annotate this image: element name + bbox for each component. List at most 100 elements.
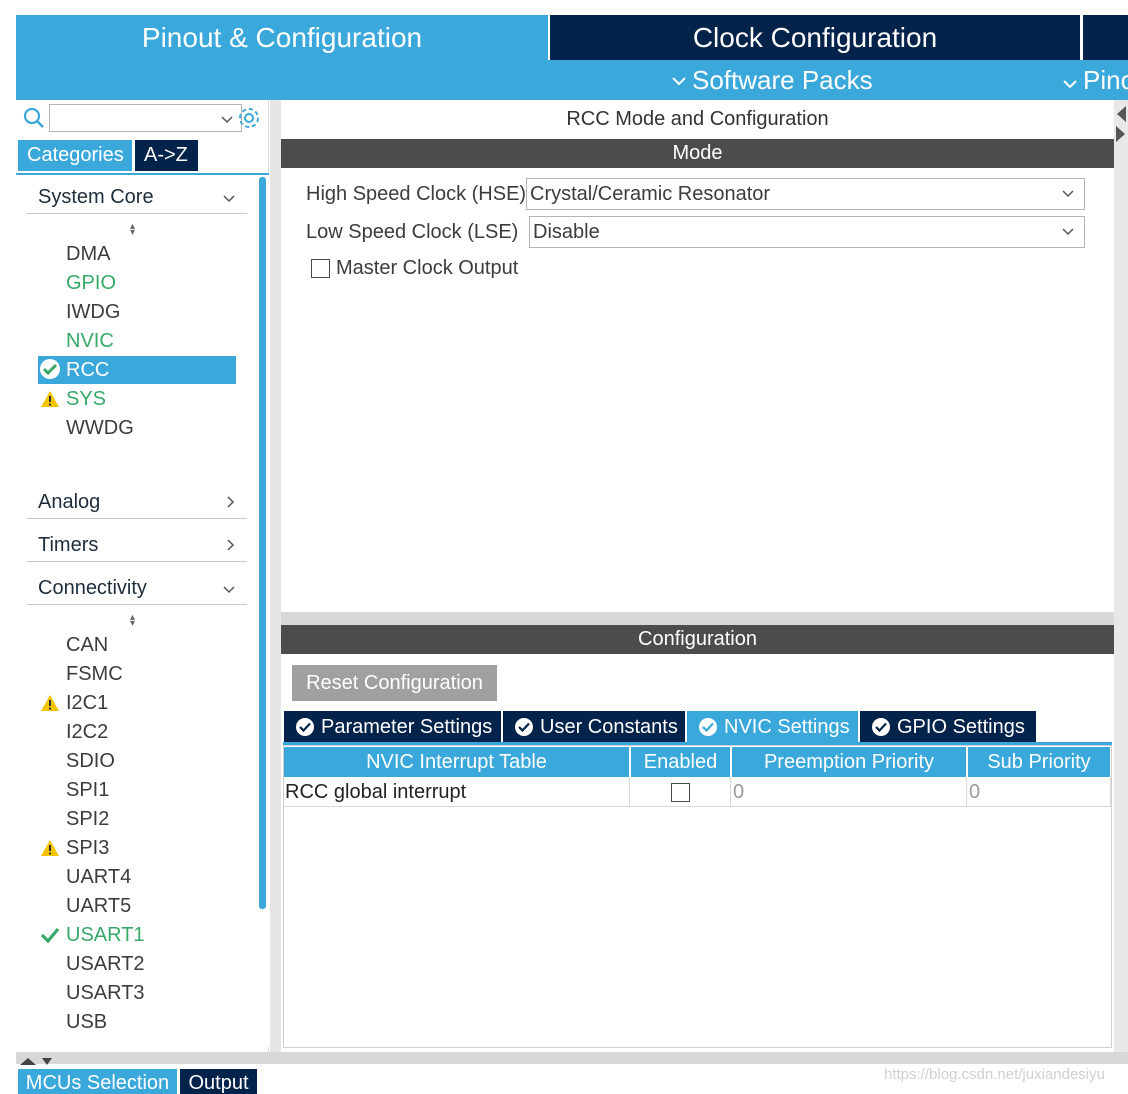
column-header-interrupt[interactable]: NVIC Interrupt Table (284, 747, 629, 777)
splitter[interactable] (270, 100, 281, 1052)
column-header-preemption[interactable]: Preemption Priority (732, 747, 966, 777)
item-label: SPI1 (66, 778, 110, 801)
configuration-header: Configuration (281, 625, 1114, 654)
chevron-down-icon (672, 70, 686, 91)
column-header-enabled[interactable]: Enabled (631, 747, 730, 777)
list-item-uart4[interactable]: UART4 (38, 864, 236, 890)
list-item-spi2[interactable]: SPI2 (38, 806, 236, 832)
tab-nvic-settings[interactable]: NVIC Settings (687, 711, 858, 743)
category-connectivity[interactable]: Connectivity (27, 573, 247, 605)
check-circle-icon (296, 718, 314, 736)
tab-clock-configuration[interactable]: Clock Configuration (550, 15, 1080, 60)
tab-label: Parameter Settings (321, 715, 493, 738)
list-item-iwdg[interactable]: IWDG (38, 299, 236, 325)
search-input[interactable] (49, 104, 242, 132)
check-circle-icon (699, 718, 717, 736)
tab-pinout-configuration[interactable]: Pinout & Configuration (16, 15, 548, 60)
list-item-rcc[interactable]: RCC (38, 356, 236, 384)
list-item-i2c2[interactable]: I2C2 (38, 719, 236, 745)
item-label: SPI3 (66, 836, 110, 859)
warning-icon (38, 388, 62, 410)
tab-label: NVIC Settings (724, 715, 850, 738)
panel-divider[interactable] (281, 612, 1114, 625)
master-clock-output-checkbox[interactable] (311, 259, 330, 278)
lse-value: Disable (533, 220, 600, 243)
item-label: USART3 (66, 981, 145, 1004)
tab-categories[interactable]: Categories (18, 140, 132, 171)
item-label: I2C2 (66, 720, 109, 743)
mode-header: Mode (281, 139, 1114, 168)
reset-configuration-button[interactable]: Reset Configuration (292, 665, 497, 701)
top-tab-bar: Pinout & Configuration Clock Configurati… (16, 15, 1128, 60)
list-item-sys[interactable]: SYS (38, 386, 236, 412)
item-label: NVIC (66, 329, 114, 352)
tab-mcus-selection[interactable]: MCUs Selection (18, 1069, 177, 1094)
sort-icon[interactable]: ▴ ▾ (130, 613, 135, 629)
search-row (16, 100, 269, 138)
mode-panel: RCC Mode and Configuration Mode High Spe… (281, 100, 1114, 612)
tab-underline (16, 173, 269, 175)
tab-categories-label: Categories (27, 144, 124, 166)
list-item-sdio[interactable]: SDIO (38, 748, 236, 774)
item-label: IWDG (66, 300, 121, 323)
gear-icon[interactable] (237, 106, 261, 135)
check-circle-icon (872, 718, 890, 736)
tab-output[interactable]: Output (180, 1069, 257, 1094)
list-item-usart3[interactable]: USART3 (38, 980, 236, 1006)
bottom-splitter[interactable] (16, 1052, 1128, 1065)
tab-parameter-settings[interactable]: Parameter Settings (284, 711, 501, 743)
hse-value: Crystal/Ceramic Resonator (530, 182, 771, 205)
list-item-i2c1[interactable]: I2C1 (38, 690, 236, 716)
list-item-usart1[interactable]: USART1 (38, 922, 236, 948)
search-icon[interactable] (23, 107, 45, 134)
sub-menu-bar: Software Packs Pino (16, 60, 1128, 100)
lse-label: Low Speed Clock (LSE) (306, 221, 519, 243)
item-label: USB (66, 1010, 108, 1033)
tab-more[interactable] (1083, 15, 1128, 60)
item-label: I2C1 (66, 691, 109, 714)
list-item-gpio[interactable]: GPIO (38, 270, 236, 296)
panel-title: RCC Mode and Configuration (566, 107, 829, 130)
list-item-can[interactable]: CAN (38, 632, 236, 658)
hse-select[interactable]: Crystal/Ceramic Resonator (526, 178, 1085, 210)
software-packs-menu[interactable]: Software Packs (672, 60, 873, 100)
hse-label: High Speed Clock (HSE) (306, 183, 527, 205)
list-item-uart5[interactable]: UART5 (38, 893, 236, 919)
tab-gpio-settings[interactable]: GPIO Settings (860, 711, 1036, 743)
column-header-sub-priority[interactable]: Sub Priority (968, 747, 1110, 777)
list-item-nvic[interactable]: NVIC (38, 328, 236, 354)
tab-label: User Constants (540, 715, 678, 738)
table-cell-preemption[interactable]: 0 (731, 778, 967, 807)
list-item-wwdg[interactable]: WWDG (38, 415, 236, 441)
category-label: Timers (38, 534, 99, 556)
item-label: DMA (66, 242, 111, 265)
enabled-checkbox[interactable] (670, 782, 690, 802)
table-cell-sub-priority[interactable]: 0 (967, 778, 1111, 807)
watermark: https://blog.csdn.net/juxiandesiyu (884, 1066, 1105, 1083)
left-scrollbar-thumb[interactable] (259, 177, 266, 909)
lse-select[interactable]: Disable (529, 216, 1085, 248)
tab-a-to-z[interactable]: A->Z (135, 140, 198, 171)
list-item-fsmc[interactable]: FSMC (38, 661, 236, 687)
list-item-dma[interactable]: DMA (38, 241, 236, 267)
item-label: WWDG (66, 416, 134, 439)
category-label: System Core (38, 186, 154, 208)
pinout-menu[interactable]: Pino (1063, 60, 1128, 100)
category-timers[interactable]: Timers (27, 530, 247, 562)
item-label: UART5 (66, 894, 132, 917)
category-analog[interactable]: Analog (27, 487, 247, 519)
nvic-table: NVIC Interrupt Table Enabled Preemption … (283, 745, 1112, 1048)
list-item-spi1[interactable]: SPI1 (38, 777, 236, 803)
list-item-usart2[interactable]: USART2 (38, 951, 236, 977)
warning-icon (38, 837, 62, 859)
tab-clock-label: Clock Configuration (692, 21, 938, 53)
collapse-arrow-icon[interactable] (1115, 104, 1127, 149)
tab-user-constants[interactable]: User Constants (503, 711, 685, 743)
item-label: CAN (66, 633, 109, 656)
check-circle-icon (38, 358, 62, 380)
list-item-spi3[interactable]: SPI3 (38, 835, 236, 861)
category-system-core[interactable]: System Core (27, 182, 247, 214)
sort-icon[interactable]: ▴ ▾ (130, 222, 135, 238)
list-item-usb[interactable]: USB (38, 1009, 236, 1035)
master-clock-output-label: Master Clock Output (336, 257, 519, 279)
